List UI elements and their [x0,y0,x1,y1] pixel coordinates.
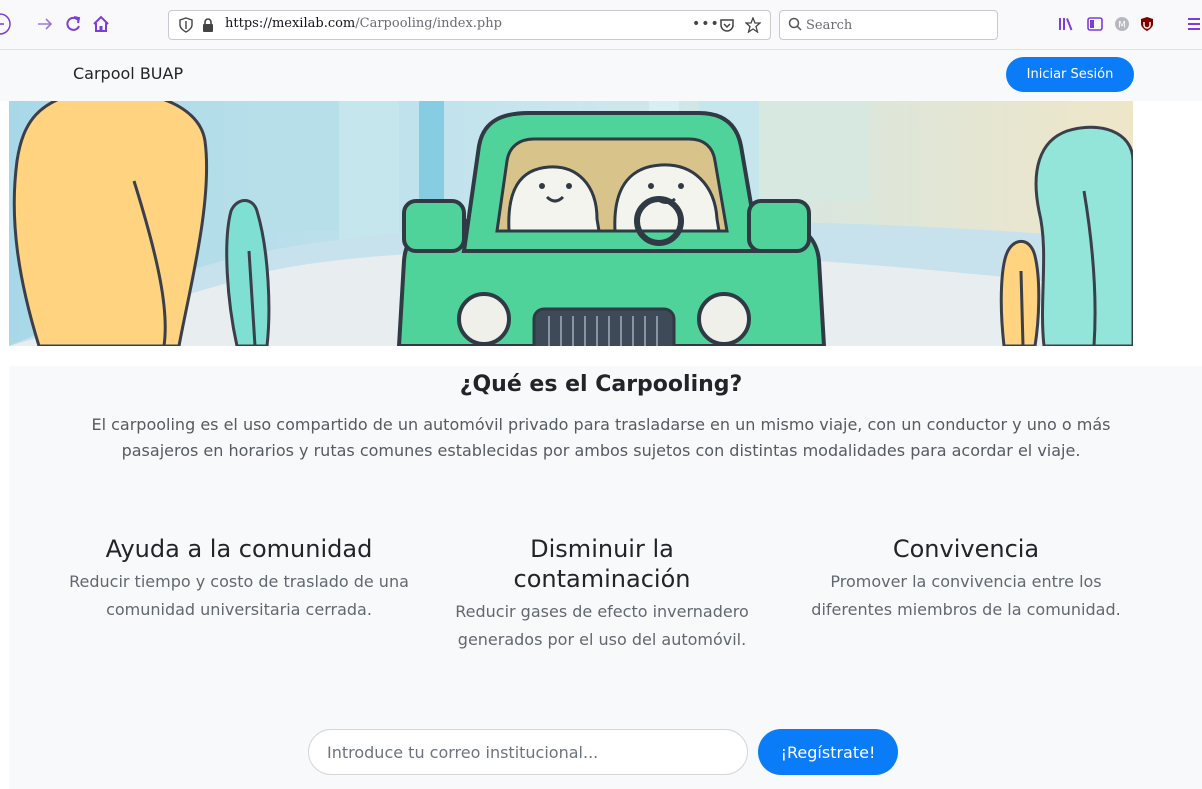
bookmark-star-icon[interactable] [744,16,762,37]
back-icon[interactable] [0,12,18,36]
hero-illustration [9,101,1133,346]
url-text[interactable]: https://mexilab.com/Carpooling/index.php [225,16,502,31]
tracking-shield-icon[interactable] [179,17,193,37]
email-input[interactable] [308,729,748,775]
url-host: https://mexilab.com [225,16,356,31]
extension-shield-icon[interactable] [1137,14,1157,34]
feature-title: Convivencia [892,535,1040,563]
section-title: ¿Qué es el Carpooling? [459,372,743,397]
url-path: /Carpooling/index.php [355,16,502,31]
search-icon [788,17,802,37]
forward-icon[interactable] [33,12,57,36]
url-bar[interactable]: https://mexilab.com/Carpooling/index.php… [168,10,771,40]
library-icon[interactable] [1056,14,1076,34]
brand-link[interactable]: Carpool BUAP [73,64,183,83]
site-navbar: Carpool BUAP Iniciar Sesión [0,50,1202,101]
svg-text:M: M [1118,21,1126,31]
feature-community: Ayuda a la comunidad Reducir tiempo y co… [69,534,409,624]
feature-text: Promover la convivencia entre los difere… [811,572,1121,619]
account-avatar-icon[interactable]: M [1112,14,1132,34]
reload-icon[interactable] [61,12,85,36]
about-section: ¿Qué es el Carpooling? El carpooling es … [9,366,1202,789]
carpool-car-illustration [9,101,1133,346]
login-button[interactable]: Iniciar Sesión [1006,57,1134,92]
feature-pollution: Disminuir la contaminación Reducir gases… [432,534,772,654]
home-icon[interactable] [89,12,113,36]
feature-coexistence: Convivencia Promover la convivencia entr… [796,534,1136,624]
page-actions-icon[interactable]: ••• [692,16,720,32]
sidebar-icon[interactable] [1085,14,1105,34]
browser-search-input[interactable] [806,15,986,35]
feature-title: Ayuda a la comunidad [105,535,373,563]
feature-title: Disminuir la contaminación [513,535,691,593]
browser-toolbar: https://mexilab.com/Carpooling/index.php… [0,0,1202,50]
feature-text: Reducir gases de efecto invernadero gene… [455,602,749,649]
register-button[interactable]: ¡Regístrate! [758,729,898,775]
feature-text: Reducir tiempo y costo de traslado de un… [69,572,409,619]
section-description: El carpooling es el uso compartido de un… [91,415,1111,460]
browser-search-bar[interactable] [779,10,998,40]
menu-icon[interactable] [1184,14,1202,34]
lock-icon[interactable] [201,17,215,37]
pocket-icon[interactable] [719,17,735,37]
